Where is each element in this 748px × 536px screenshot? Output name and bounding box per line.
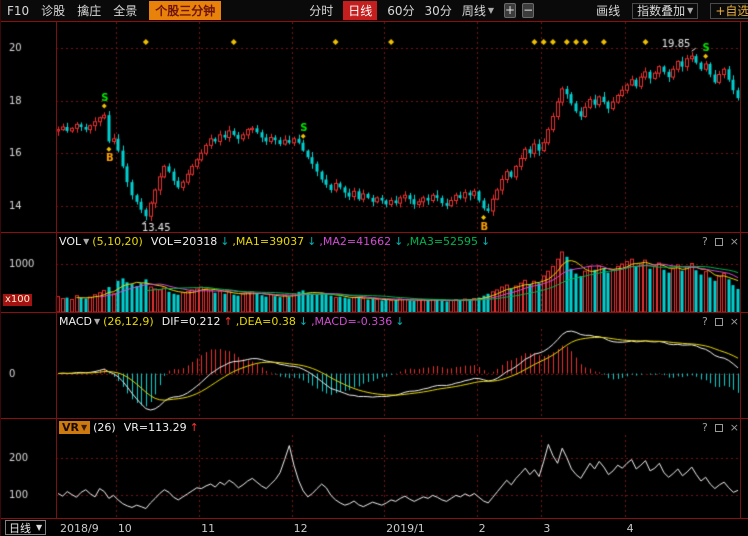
- help-icon[interactable]: ?: [702, 235, 708, 248]
- tab-30min[interactable]: 30分: [425, 2, 452, 19]
- down-arrow-icon: ↓: [395, 315, 404, 328]
- up-arrow-icon: ↑: [190, 421, 199, 434]
- chevron-down-icon: ▼: [488, 6, 494, 15]
- dea-value: ,DEA=0.38: [236, 315, 296, 328]
- draw-line-button[interactable]: 画线: [596, 2, 620, 19]
- axis-month-label: 4: [627, 522, 634, 535]
- axis-month-label: 10: [118, 522, 132, 535]
- tab-weekly-dropdown[interactable]: 周线▼: [462, 2, 494, 19]
- maximize-icon[interactable]: [715, 238, 723, 246]
- dif-value: DIF=0.212: [162, 315, 221, 328]
- vol-panel-header: VOL▼ (5,10,20) VOL=20318↓ ,MA1=39037↓ ,M…: [1, 232, 748, 249]
- vr-indicator-dropdown[interactable]: VR▼: [59, 421, 90, 434]
- maximize-icon[interactable]: [715, 424, 723, 432]
- macd-chart-canvas[interactable]: [1, 329, 748, 418]
- close-icon[interactable]: ×: [730, 235, 739, 248]
- down-arrow-icon: ↓: [394, 235, 403, 248]
- vr-chart-canvas[interactable]: [1, 435, 748, 518]
- vol-value: VOL=20318: [151, 235, 217, 248]
- tab-weekly-label: 周线: [462, 2, 486, 19]
- tab-intraday[interactable]: 分时: [309, 2, 333, 19]
- toolbar: F10 诊股 擒庄 全景 个股三分钟 分时 日线 60分 30分 周线▼ + −…: [1, 0, 748, 22]
- menu-item-diagnose-stock[interactable]: 诊股: [41, 2, 65, 19]
- help-icon[interactable]: ?: [702, 421, 708, 434]
- down-arrow-icon: ↓: [481, 235, 490, 248]
- vol-ma1-value: ,MA1=39037: [232, 235, 304, 248]
- vol-indicator-dropdown[interactable]: VOL▼: [59, 235, 89, 248]
- macd-indicator-label: MACD: [59, 315, 92, 328]
- menu-item-f10[interactable]: F10: [7, 4, 29, 18]
- time-axis: 日线 ▼ 2018/9 10 11 12 2019/1 2 3 4: [1, 518, 748, 536]
- kline-chart-canvas[interactable]: [1, 22, 748, 232]
- axis-month-label: 2018/9: [60, 522, 99, 535]
- tab-60min[interactable]: 60分: [387, 2, 414, 19]
- stock-chart-window: F10 诊股 擒庄 全景 个股三分钟 分时 日线 60分 30分 周线▼ + −…: [0, 0, 748, 536]
- volume-unit-badge: x100: [3, 294, 32, 306]
- down-arrow-icon: ↓: [307, 235, 316, 248]
- zoom-in-button[interactable]: +: [504, 3, 516, 18]
- index-overlay-button[interactable]: 指数叠加▼: [632, 3, 698, 19]
- close-icon[interactable]: ×: [730, 421, 739, 434]
- macd-value: ,MACD=-0.336: [311, 315, 392, 328]
- macd-indicator-dropdown[interactable]: MACD▼: [59, 315, 100, 328]
- axis-month-label: 3: [543, 522, 550, 535]
- chevron-down-icon: ▼: [81, 423, 87, 432]
- axis-month-label: 11: [201, 522, 215, 535]
- macd-panel: [1, 329, 748, 418]
- axis-month-label: 2019/1: [386, 522, 425, 535]
- panel-controls: ? ×: [702, 421, 739, 434]
- vr-panel-header: VR▼ (26) VR=113.29↑ ? ×: [1, 418, 748, 435]
- vol-ma2-value: ,MA2=41662: [319, 235, 391, 248]
- maximize-icon[interactable]: [715, 318, 723, 326]
- down-arrow-icon: ↓: [220, 235, 229, 248]
- vr-panel: [1, 435, 748, 518]
- chevron-down-icon: ▼: [83, 237, 89, 246]
- add-watchlist-label: +自选: [715, 2, 748, 19]
- up-arrow-icon: ↑: [223, 315, 232, 328]
- menu-item-panorama[interactable]: 全景: [113, 2, 137, 19]
- period-label: 日线: [9, 520, 31, 536]
- down-arrow-icon: ↓: [299, 315, 308, 328]
- menu-item-qinzhuang[interactable]: 擒庄: [77, 2, 101, 19]
- axis-month-label: 2: [479, 522, 486, 535]
- panel-controls: ? ×: [702, 315, 739, 328]
- vr-params: (26): [93, 421, 116, 434]
- period-selector[interactable]: 日线 ▼: [5, 520, 46, 535]
- vol-params: (5,10,20): [92, 235, 143, 248]
- vol-indicator-label: VOL: [59, 235, 81, 248]
- close-icon[interactable]: ×: [730, 315, 739, 328]
- stock-3min-button[interactable]: 个股三分钟: [149, 1, 221, 20]
- add-watchlist-button[interactable]: +自选▼: [710, 3, 748, 19]
- kline-panel: [1, 22, 748, 232]
- chevron-down-icon: ▼: [94, 317, 100, 326]
- help-icon[interactable]: ?: [702, 315, 708, 328]
- panel-controls: ? ×: [702, 235, 739, 248]
- vr-value: VR=113.29: [124, 421, 187, 434]
- macd-panel-header: MACD▼ (26,12,9) DIF=0.212↑ ,DEA=0.38↓ ,M…: [1, 312, 748, 329]
- chevron-down-icon: ▼: [687, 6, 693, 15]
- vr-indicator-label: VR: [62, 421, 79, 434]
- vol-ma3-value: ,MA3=52595: [406, 235, 478, 248]
- tab-daily-active[interactable]: 日线: [343, 1, 377, 20]
- chevron-down-icon: ▼: [36, 523, 42, 532]
- axis-month-label: 12: [294, 522, 308, 535]
- macd-params: (26,12,9): [103, 315, 154, 328]
- volume-panel: x100: [1, 249, 748, 312]
- index-overlay-label: 指数叠加: [637, 2, 685, 19]
- volume-chart-canvas[interactable]: [1, 249, 748, 312]
- zoom-out-button[interactable]: −: [522, 3, 534, 18]
